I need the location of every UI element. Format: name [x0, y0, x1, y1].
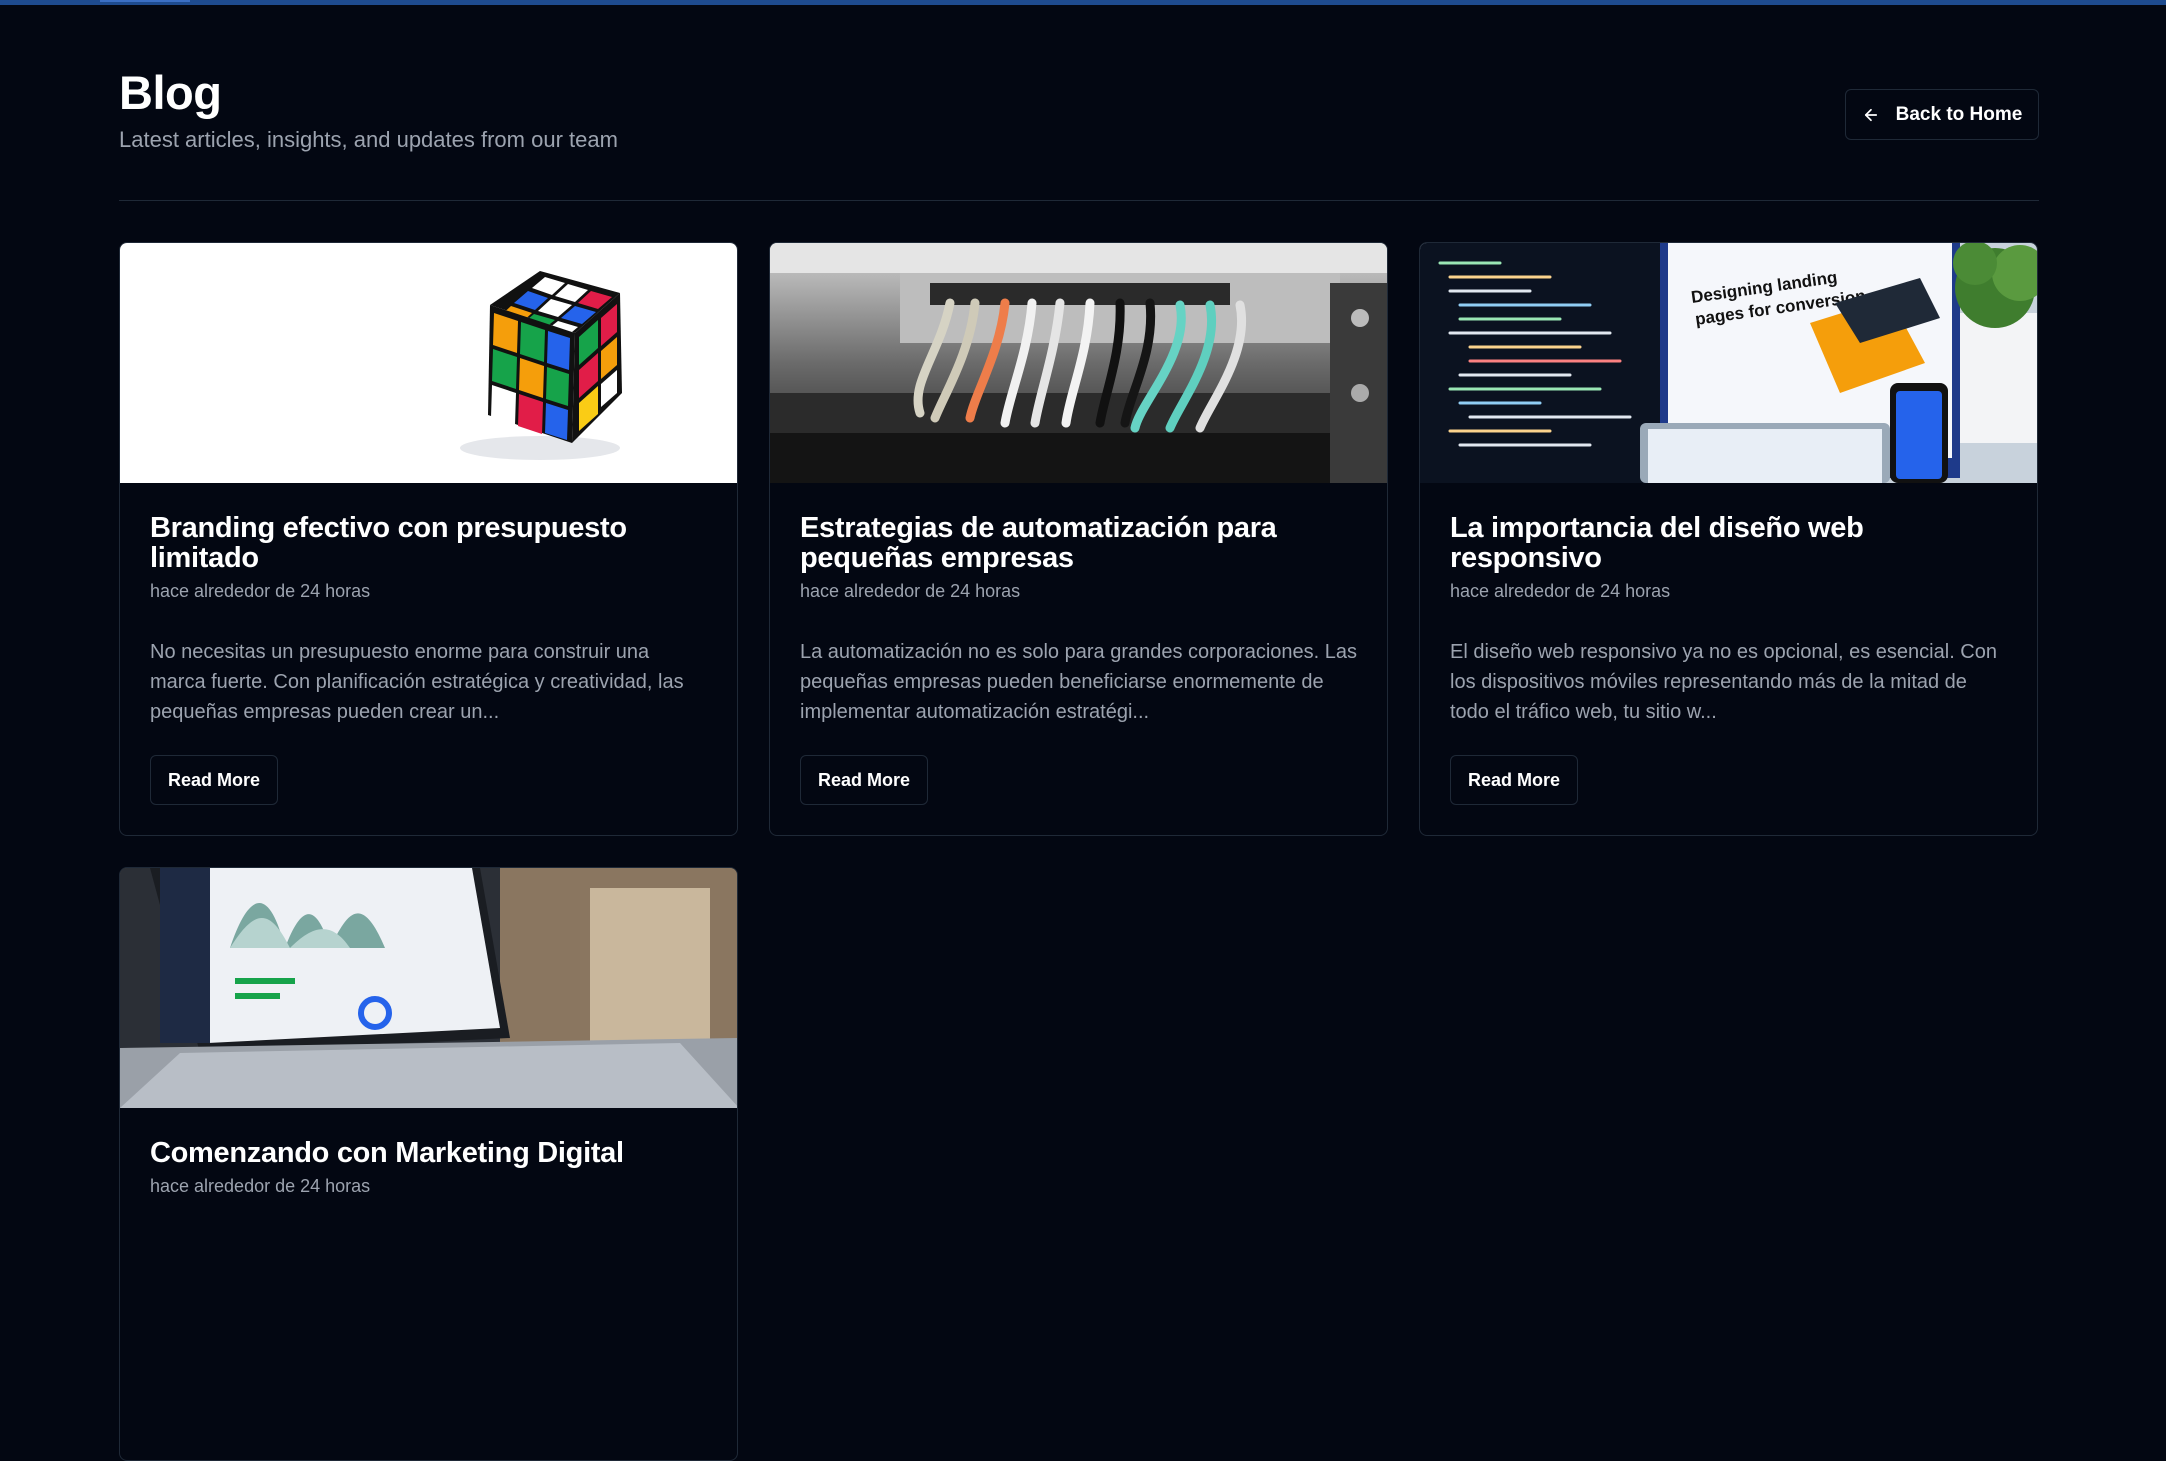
post-date: hace alrededor de 24 horas	[1450, 581, 1671, 601]
post-card: Comenzando con Marketing Digital hace al…	[119, 867, 738, 1461]
page-subtitle: Latest articles, insights, and updates f…	[119, 127, 618, 152]
post-body: Estrategias de automatización para peque…	[770, 483, 1387, 805]
read-more-button[interactable]: Read More	[1450, 755, 1578, 805]
read-more-button[interactable]: Read More	[150, 755, 278, 805]
post-date: hace alrededor de 24 horas	[150, 581, 371, 601]
read-more-button[interactable]: Read More	[800, 755, 928, 805]
post-body: Comenzando con Marketing Digital hace al…	[120, 1108, 737, 1198]
post-excerpt: El diseño web responsivo ya no es opcion…	[1450, 641, 1997, 723]
post-excerpt: No necesitas un presupuesto enorme para …	[150, 641, 684, 723]
post-image-laptop-dashboard[interactable]	[120, 868, 737, 1108]
post-body: La importancia del diseño web responsivo…	[1420, 483, 2037, 805]
post-title[interactable]: Comenzando con Marketing Digital	[150, 1138, 707, 1168]
post-card: Designing landing pages for conversion L…	[1419, 242, 2038, 836]
blog-page: Blog Latest articles, insights, and upda…	[119, 0, 2039, 1461]
back-to-home-button[interactable]: Back to Home	[1845, 89, 2039, 140]
post-excerpt: La automatización no es solo para grande…	[800, 641, 1358, 723]
arrow-left-icon	[1864, 108, 1877, 121]
post-title[interactable]: Estrategias de automatización para peque…	[800, 513, 1357, 573]
post-title[interactable]: La importancia del diseño web responsivo	[1450, 513, 2007, 573]
post-date: hace alrededor de 24 horas	[800, 581, 1021, 601]
post-body: Branding efectivo con presupuesto limita…	[120, 483, 737, 805]
post-date: hace alrededor de 24 horas	[150, 1176, 371, 1196]
post-image-responsive-devices[interactable]: Designing landing pages for conversion	[1420, 243, 2037, 483]
post-image-rubiks-cube[interactable]	[120, 243, 737, 483]
header-divider	[119, 200, 2039, 201]
post-image-network-switch[interactable]	[770, 243, 1387, 483]
page-header: Blog Latest articles, insights, and upda…	[119, 62, 2039, 162]
posts-grid: Branding efectivo con presupuesto limita…	[119, 242, 2039, 1461]
page-title: Blog	[119, 66, 222, 119]
post-title[interactable]: Branding efectivo con presupuesto limita…	[150, 513, 707, 573]
post-card: Estrategias de automatización para peque…	[769, 242, 1388, 836]
post-card: Branding efectivo con presupuesto limita…	[119, 242, 738, 836]
back-to-home-label: Back to Home	[1895, 103, 2023, 125]
